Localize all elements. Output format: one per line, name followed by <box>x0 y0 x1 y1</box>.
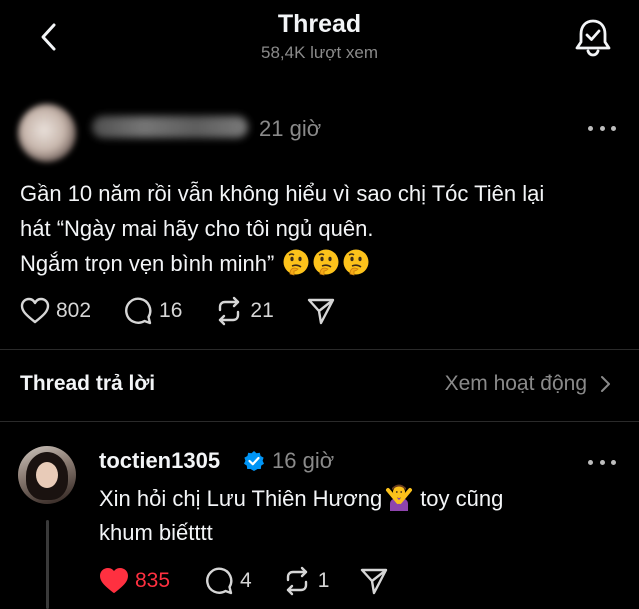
dot-icon <box>599 459 605 465</box>
divider <box>0 421 639 422</box>
post-actions: 802 16 21 <box>20 296 368 326</box>
thinking-face-icon <box>283 249 309 276</box>
heart-icon <box>20 297 50 324</box>
reply-text-segment: Xin hỏi chị Lưu Thiên Hương <box>99 486 383 511</box>
notification-button[interactable] <box>572 16 614 58</box>
verified-badge-icon <box>244 451 264 471</box>
avatar-face <box>36 462 58 488</box>
avatar[interactable] <box>18 446 76 504</box>
thread-line <box>46 520 49 609</box>
page-title: Thread <box>277 10 362 38</box>
person-gesturing-no-icon <box>386 484 413 511</box>
thinking-face-icon <box>313 249 339 276</box>
repost-button[interactable]: 1 <box>282 566 330 596</box>
reply-username[interactable]: toctien1305 <box>99 448 220 474</box>
repost-button[interactable]: 21 <box>214 296 274 326</box>
post-text-line: Ngắm trọn vẹn bình minh” <box>20 246 620 281</box>
header: Thread 58,4K lượt xem <box>0 0 639 80</box>
like-button[interactable]: 835 <box>99 567 170 595</box>
dot-icon <box>588 459 593 465</box>
repost-count: 21 <box>250 299 274 322</box>
repost-count: 1 <box>317 569 330 592</box>
thinking-face-icon <box>343 249 369 276</box>
view-activity-label: Xem hoạt động <box>444 372 587 395</box>
like-button[interactable]: 802 <box>20 297 91 325</box>
send-icon <box>361 568 388 595</box>
replies-header: Thread trả lời Xem hoạt động <box>0 350 639 420</box>
comment-button[interactable]: 4 <box>204 566 252 596</box>
like-count: 802 <box>56 299 92 322</box>
comment-icon <box>125 297 152 325</box>
repost-icon <box>286 566 307 596</box>
reply-text-line: khum biếtttt <box>99 520 213 545</box>
reply-time: 16 giờ <box>272 448 335 473</box>
post-text-line: Gần 10 năm rồi vẫn không hiểu vì sao chị… <box>20 181 545 206</box>
reply-text-segment: toy cũng <box>420 486 504 511</box>
post-time: 21 giờ <box>259 116 322 141</box>
post-text: Gần 10 năm rồi vẫn không hiểu vì sao chị… <box>20 176 620 281</box>
comment-button[interactable]: 16 <box>123 296 182 326</box>
replies-title: Thread trả lời <box>20 372 156 395</box>
view-activity-link[interactable]: Xem hoạt động <box>445 372 615 396</box>
reply-text-line: Xin hỏi chị Lưu Thiên Hương toy cũng <box>99 482 619 516</box>
reply-text: Xin hỏi chị Lưu Thiên Hương toy cũng khu… <box>99 482 619 550</box>
avatar[interactable] <box>18 104 76 162</box>
send-icon <box>307 298 334 325</box>
dot-icon <box>588 125 593 131</box>
post-text-segment: Ngắm trọn vẹn bình minh” <box>20 251 275 276</box>
more-options-button[interactable] <box>588 121 616 135</box>
view-count: 58,4K lượt xem <box>260 43 379 62</box>
username-blurred[interactable] <box>92 116 248 138</box>
like-count: 835 <box>135 569 171 592</box>
dot-icon <box>611 125 616 131</box>
comment-icon <box>206 567 233 595</box>
comment-count: 4 <box>240 569 252 592</box>
more-options-button[interactable] <box>588 455 616 469</box>
chevron-right-icon <box>601 376 610 392</box>
share-button[interactable] <box>359 566 389 596</box>
comment-count: 16 <box>159 299 183 322</box>
dot-icon <box>599 125 605 131</box>
post-text-line: hát “Ngày mai hãy cho tôi ngủ quên. <box>20 216 374 241</box>
share-button[interactable] <box>306 296 336 326</box>
reply-post: toctien1305 16 giờ Xin hỏi chị Lưu Thiên… <box>0 430 639 609</box>
reply-actions: 835 4 1 <box>99 566 421 596</box>
dot-icon <box>611 459 616 465</box>
heart-filled-icon <box>100 568 128 593</box>
repost-icon <box>219 296 240 326</box>
bell-check-icon <box>575 19 611 57</box>
